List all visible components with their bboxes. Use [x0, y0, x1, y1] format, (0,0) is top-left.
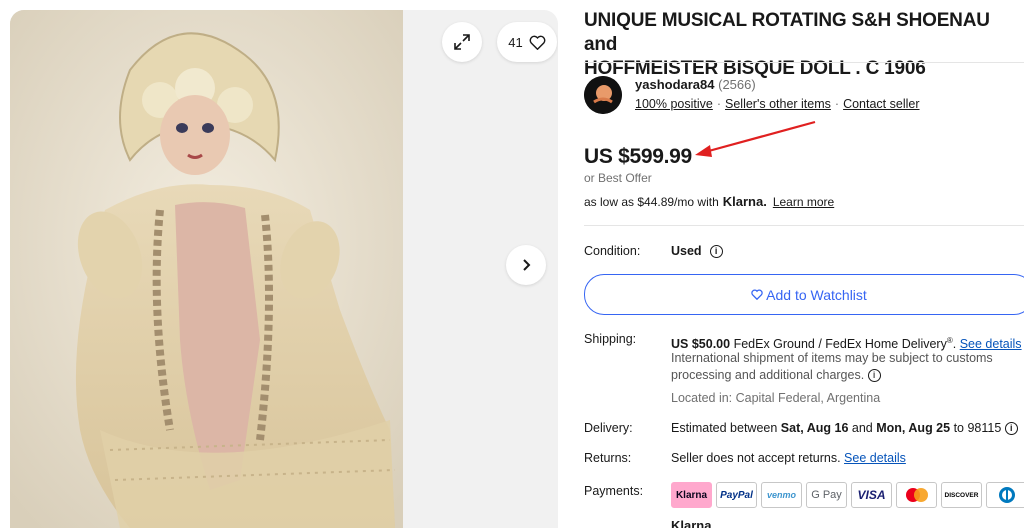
shipping-label: Shipping: — [584, 332, 637, 346]
klarna-brand: Klarna. — [722, 194, 767, 209]
returns-value: Seller does not accept returns. See deta… — [671, 451, 906, 465]
feedback-count: (2566) — [718, 77, 756, 92]
seller-avatar[interactable] — [584, 76, 622, 114]
listing-panel: UNIQUE MUSICAL ROTATING S&H SHOENAU and … — [584, 0, 1024, 528]
other-items-link[interactable]: Seller's other items — [725, 97, 831, 111]
red-arrow-annotation — [695, 120, 816, 157]
add-to-watchlist-button[interactable]: Add to Watchlist — [584, 274, 1024, 315]
learn-more-link[interactable]: Learn more — [773, 195, 834, 209]
best-offer-text: or Best Offer — [584, 171, 652, 185]
visa-logo: VISA — [851, 482, 892, 508]
klarna-partial: Klarna — [671, 518, 712, 528]
photo-count: 41 — [508, 34, 523, 50]
positive-feedback-link[interactable]: 100% positive — [635, 97, 713, 111]
google-pay-logo: G Pay — [806, 482, 847, 508]
product-photo[interactable] — [10, 10, 403, 528]
contact-seller-link[interactable]: Contact seller — [843, 97, 919, 111]
divider — [584, 225, 1024, 226]
delivery-value: Estimated between Sat, Aug 16 and Mon, A… — [671, 420, 1024, 437]
price: US $599.99 — [584, 145, 692, 168]
condition-label: Condition: — [584, 244, 641, 258]
diners-club-logo — [986, 482, 1024, 508]
returns-label: Returns: — [584, 451, 632, 465]
seller-name[interactable]: yashodara84 — [635, 77, 715, 92]
divider — [584, 62, 1024, 63]
image-gallery: 41 — [10, 10, 558, 528]
watch-count-button[interactable]: 41 — [497, 22, 557, 62]
info-icon[interactable]: i — [1004, 422, 1018, 436]
item-location: Located in: Capital Federal, Argentina — [671, 391, 881, 405]
returns-see-details-link[interactable]: See details — [844, 451, 906, 465]
info-icon[interactable]: i — [867, 369, 881, 383]
discover-logo: DISCOVER — [941, 482, 982, 508]
seller-info: yashodara84 (2566) — [635, 77, 756, 92]
diners-icon — [998, 487, 1015, 503]
condition-value: Used i — [671, 243, 1024, 260]
delivery-label: Delivery: — [584, 421, 633, 435]
intl-notice: International shipment of items may be s… — [671, 351, 993, 383]
info-icon[interactable]: i — [709, 245, 723, 258]
heart-icon — [529, 35, 546, 50]
doll-image — [10, 10, 403, 528]
payment-methods: Klarna PayPal venmo G Pay VISA DISCOVER — [671, 482, 1024, 508]
venmo-logo: venmo — [761, 482, 802, 508]
paypal-logo: PayPal — [716, 482, 757, 508]
listing-title: UNIQUE MUSICAL ROTATING S&H SHOENAU and … — [584, 10, 990, 79]
heart-icon — [751, 289, 763, 300]
chevron-right-icon — [523, 259, 531, 271]
next-image-button[interactable] — [506, 245, 546, 285]
klarna-financing: as low as $44.89/mo with Klarna. Learn mor… — [584, 194, 835, 209]
mastercard-logo — [896, 482, 937, 508]
expand-icon — [454, 34, 470, 50]
seller-links: 100% positive · Seller's other items · Conta… — [635, 97, 920, 111]
mastercard-icon — [905, 488, 928, 502]
avatar-image — [584, 76, 622, 114]
klarna-logo: Klarna — [671, 482, 712, 508]
expand-button[interactable] — [442, 22, 482, 62]
payments-label: Payments: — [584, 484, 644, 498]
